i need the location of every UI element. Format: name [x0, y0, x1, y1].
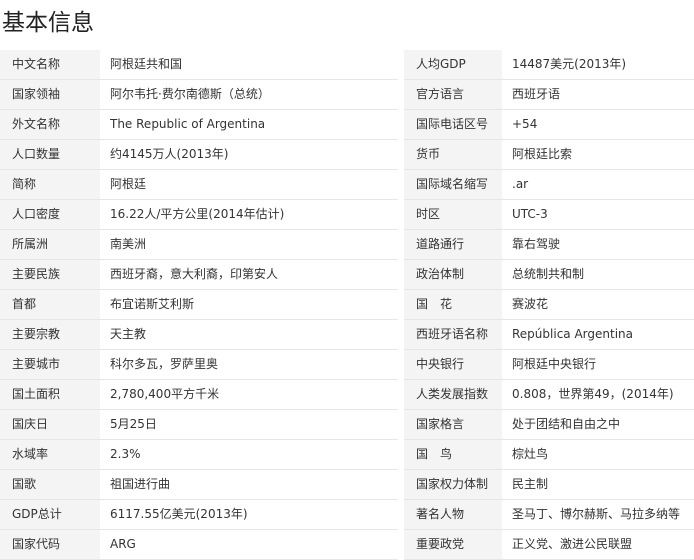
left-field-label: 国庆日 [0, 409, 100, 440]
table-row: 简称 阿根廷 国际域名缩写 .ar [0, 169, 694, 200]
left-field-label: 外文名称 [0, 109, 100, 140]
table-row: 所属洲 南美洲 道路通行 靠右驾驶 [0, 229, 694, 260]
right-field-value: 西班牙语 [502, 79, 694, 110]
table-row: 主要民族 西班牙裔，意大利裔，印第安人 政治体制 总统制共和制 [0, 259, 694, 290]
right-field-value: 民主制 [502, 469, 694, 500]
right-field-value: 赛波花 [502, 289, 694, 320]
left-field-label: 主要民族 [0, 259, 100, 290]
right-field-value: 0.808，世界第49，(2014年) [502, 379, 694, 410]
right-field-value: .ar [502, 169, 694, 200]
right-field-value: 棕灶鸟 [502, 439, 694, 470]
table-row: 国土面积 2,780,400平方千米 人类发展指数 0.808，世界第49，(2014… [0, 379, 694, 410]
left-field-value: 阿尔韦托·费尔南德斯（总统） [100, 79, 398, 110]
right-field-value: 总统制共和制 [502, 259, 694, 290]
right-field-label: 国 鸟 [404, 439, 502, 470]
table-row: GDP总计 6117.55亿美元(2013年) 著名人物 圣马丁、博尔赫斯、马拉多纳等 [0, 499, 694, 530]
left-field-value: 6117.55亿美元(2013年) [100, 499, 398, 530]
right-field-label: 时区 [404, 199, 502, 230]
right-field-value: República Argentina [502, 319, 694, 350]
right-field-label: 国 花 [404, 289, 502, 320]
table-row: 首都 布宜诺斯艾利斯国 花赛波花 [0, 289, 694, 320]
left-field-value: 天主教 [100, 319, 398, 350]
table-row: 水域率 2.3% 国 鸟棕灶鸟 [0, 439, 694, 470]
left-field-label: 国歌 [0, 469, 100, 500]
right-field-label: 国际域名缩写 [404, 169, 502, 200]
left-field-value: 2,780,400平方千米 [100, 379, 398, 410]
left-field-label: 首都 [0, 289, 100, 320]
left-field-label: 水域率 [0, 439, 100, 470]
left-field-label: 简称 [0, 169, 100, 200]
table-row: 国庆日 5月25日 国家格言 处于团结和自由之中 [0, 409, 694, 440]
right-field-label: 国家格言 [404, 409, 502, 440]
basic-info-table: 中文名称 阿根廷共和国 人均GDP 14487美元(2013年) 国家领袖 阿尔韦托·费尔… [0, 50, 694, 560]
table-row: 主要宗教 天主教 西班牙语名称 República Argentina [0, 319, 694, 350]
right-field-label: 人均GDP [404, 50, 502, 80]
right-field-value: UTC-3 [502, 199, 694, 230]
right-field-label: 国家权力体制 [404, 469, 502, 500]
right-field-label: 国际电话区号 [404, 109, 502, 140]
right-field-value: 14487美元(2013年) [502, 50, 694, 80]
table-row: 人口密度 16.22人/平方公里(2014年估计) 时区 UTC-3 [0, 199, 694, 230]
left-field-value: 祖国进行曲 [100, 469, 398, 500]
left-field-value: 2.3% [100, 439, 398, 470]
left-field-value: 南美洲 [100, 229, 398, 260]
table-row: 中文名称 阿根廷共和国 人均GDP 14487美元(2013年) [0, 50, 694, 80]
right-field-label: 人类发展指数 [404, 379, 502, 410]
right-field-label: 西班牙语名称 [404, 319, 502, 350]
right-field-label: 中央银行 [404, 349, 502, 380]
left-field-value: 5月25日 [100, 409, 398, 440]
right-field-value: 阿根廷比索 [502, 139, 694, 170]
left-field-value: 阿根廷 [100, 169, 398, 200]
right-field-value: 阿根廷中央银行 [502, 349, 694, 380]
right-field-value: 靠右驾驶 [502, 229, 694, 260]
left-field-label: 人口密度 [0, 199, 100, 230]
left-field-value: 16.22人/平方公里(2014年估计) [100, 199, 398, 230]
table-row: 主要城市 科尔多瓦，罗萨里奥 中央银行 阿根廷中央银行 [0, 349, 694, 380]
left-field-value: 西班牙裔，意大利裔，印第安人 [100, 259, 398, 290]
table-row: 国家领袖 阿尔韦托·费尔南德斯（总统） 官方语言 西班牙语 [0, 79, 694, 110]
left-field-label: 国家领袖 [0, 79, 100, 110]
left-field-label: GDP总计 [0, 499, 100, 530]
right-field-label: 道路通行 [404, 229, 502, 260]
right-field-value: 圣马丁、博尔赫斯、马拉多纳等 [502, 499, 694, 530]
left-field-label: 人口数量 [0, 139, 100, 170]
table-row: 国歌 祖国进行曲 国家权力体制 民主制 [0, 469, 694, 500]
right-field-value: 处于团结和自由之中 [502, 409, 694, 440]
table-row: 人口数量 约4145万人(2013年) 货币 阿根廷比索 [0, 139, 694, 170]
page-title: 基本信息 [2, 10, 94, 36]
right-field-value: +54 [502, 109, 694, 140]
right-field-label: 政治体制 [404, 259, 502, 290]
right-field-label: 著名人物 [404, 499, 502, 530]
left-field-label: 主要城市 [0, 349, 100, 380]
left-field-label: 主要宗教 [0, 319, 100, 350]
table-row: 外文名称 The Republic of Argentina 国际电话区号 +54 [0, 109, 694, 140]
basic-info-table-body: 中文名称 阿根廷共和国 人均GDP 14487美元(2013年) 国家领袖 阿尔韦托·费尔… [0, 50, 694, 560]
left-field-label: 所属洲 [0, 229, 100, 260]
left-field-label: 中文名称 [0, 50, 100, 80]
left-field-value: 约4145万人(2013年) [100, 139, 398, 170]
right-field-label: 官方语言 [404, 79, 502, 110]
left-field-value: 科尔多瓦，罗萨里奥 [100, 349, 398, 380]
right-field-label: 货币 [404, 139, 502, 170]
left-field-label: 国土面积 [0, 379, 100, 410]
left-field-value: The Republic of Argentina [100, 109, 398, 140]
left-field-value: 阿根廷共和国 [100, 50, 398, 80]
left-field-value: 布宜诺斯艾利斯 [100, 289, 398, 320]
